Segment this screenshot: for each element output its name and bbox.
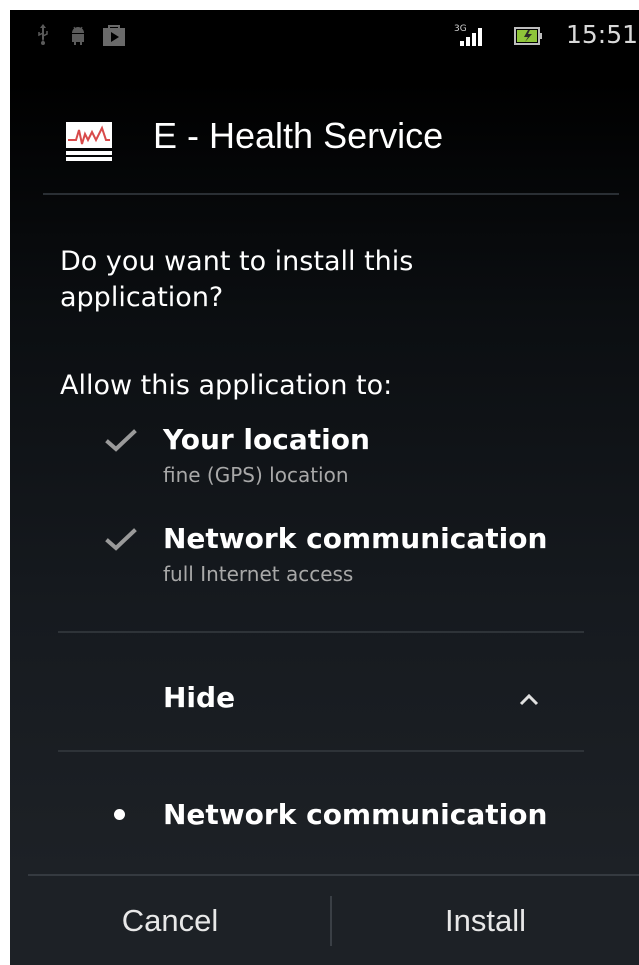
permission-title: Network communication [163,522,548,555]
permission-detail: full Internet access [163,562,354,586]
signal-icon: 3G [452,22,494,52]
bullet-icon [114,809,125,820]
permission-item-network: Network communication full Internet acce… [105,522,605,592]
install-button[interactable]: Install [332,876,639,965]
header-divider [43,193,619,195]
hide-label: Hide [163,681,236,714]
permission-item-location: Your location fine (GPS) location [105,423,605,493]
store-icon [102,23,126,51]
permission-item-network-expanded: Network communication [105,798,605,848]
permission-detail: fine (GPS) location [163,463,349,487]
allow-label: Allow this application to: [60,370,393,401]
app-title: E - Health Service [153,115,444,156]
install-question: Do you want to install this application? [60,246,414,313]
usb-icon [36,24,50,50]
battery-icon [514,26,544,50]
permission-title: Network communication [163,798,548,831]
chevron-up-icon [518,691,540,710]
permission-title: Your location [163,423,370,456]
network-type-label: 3G [454,24,467,34]
section-divider [58,750,584,752]
install-dialog-screen: 3G 15:51 E - Health Service Do you want … [10,10,639,965]
cancel-button[interactable]: Cancel [10,876,330,965]
android-icon [68,24,88,50]
section-divider [58,631,584,633]
check-icon [105,429,137,457]
ecg-monitor-icon [66,122,116,166]
status-bar: 3G 15:51 [10,10,639,60]
check-icon [105,528,137,556]
hide-permissions-toggle[interactable]: Hide [58,634,584,750]
status-clock: 15:51 [566,20,639,49]
button-bar: Cancel Install [10,876,639,965]
